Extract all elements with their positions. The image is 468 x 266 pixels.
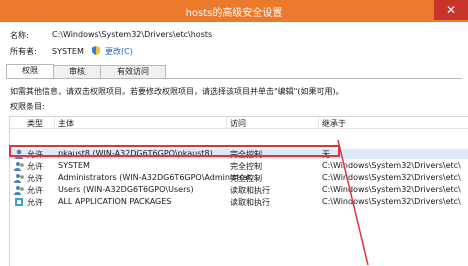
annotation-arrow (337, 139, 369, 265)
close-button[interactable]: ✕ (434, 0, 468, 20)
window-title: hosts的高级安全设置 (185, 8, 283, 19)
title-bar: hosts的高级安全设置 ✕ (0, 0, 468, 22)
dialog-content: 名称: C:\Windows\System32\Drivers\etc\host… (0, 22, 468, 266)
